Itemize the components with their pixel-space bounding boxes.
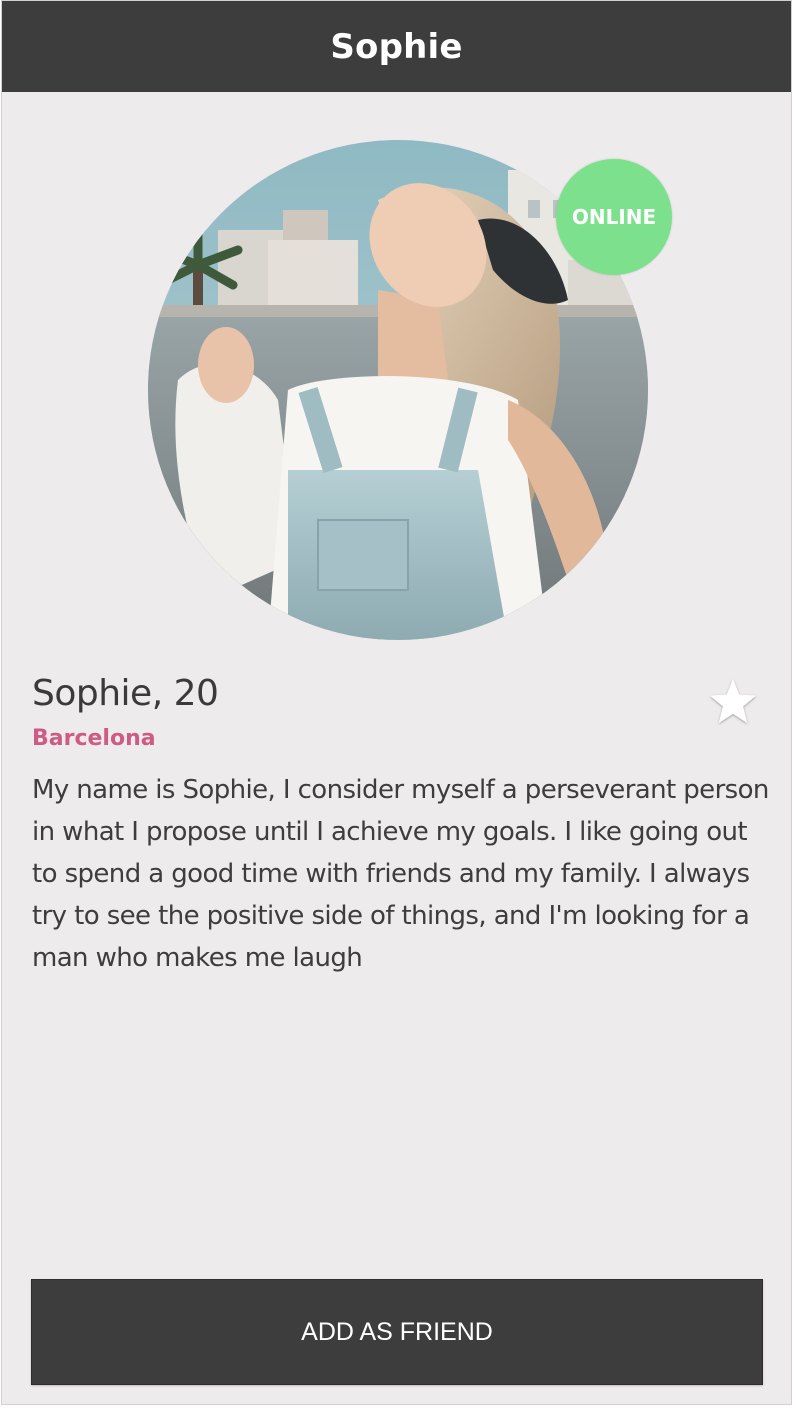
profile-screen: Sophie ONLINE Sophie, 20 Barcelona My na… [1, 0, 792, 1405]
app-header: Sophie [2, 1, 791, 92]
star-icon[interactable] [706, 675, 760, 729]
online-status-badge: ONLINE [556, 159, 672, 275]
profile-name-age: Sophie, 20 [32, 673, 219, 714]
page-title: Sophie [330, 26, 463, 67]
add-friend-button[interactable]: ADD AS FRIEND [31, 1279, 763, 1385]
status-badge: ONLINE [571, 205, 657, 229]
profile-location: Barcelona [32, 726, 156, 751]
profile-bio: My name is Sophie, I consider myself a p… [32, 775, 769, 973]
